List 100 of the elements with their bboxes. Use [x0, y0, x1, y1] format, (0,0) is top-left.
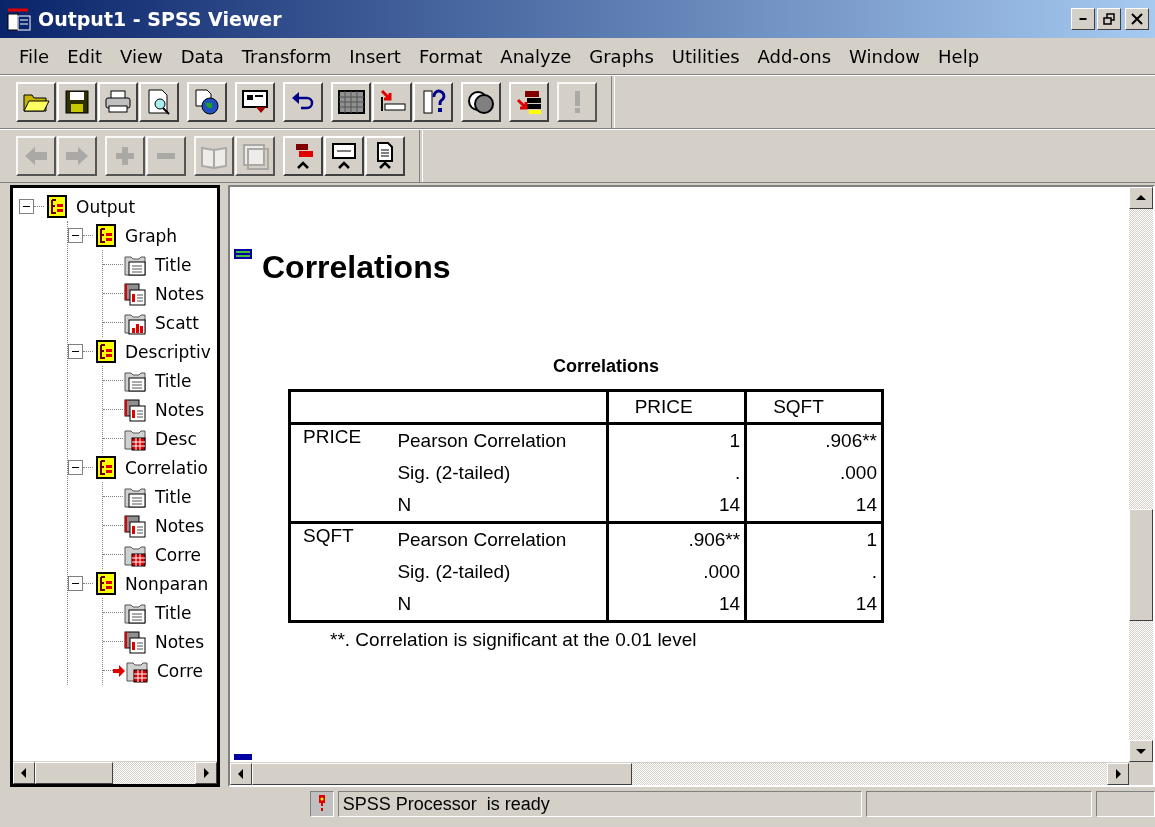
table-cell: . [607, 457, 746, 489]
table-cell: 14 [745, 489, 883, 523]
menu-item[interactable]: Graphs [580, 45, 663, 67]
scroll-up-button[interactable] [1129, 187, 1153, 209]
outline-item[interactable]: Desc [155, 428, 197, 449]
floppy-icon [62, 87, 92, 117]
collapse-toggle[interactable] [68, 344, 83, 359]
table-cell: 1 [607, 423, 746, 457]
column-header: SQFT [745, 390, 883, 424]
left-triangle-icon [237, 769, 245, 779]
menu-item[interactable]: Window [840, 45, 930, 67]
outline-item[interactable]: Output [76, 196, 136, 217]
outline-item[interactable]: Descriptiv [125, 341, 211, 362]
toolbar-button[interactable] [283, 136, 323, 176]
outline-item[interactable]: Title [155, 486, 192, 507]
exclamation-icon [574, 91, 580, 113]
scroll-left-button[interactable] [13, 762, 35, 784]
toolbar-button[interactable] [324, 136, 364, 176]
outline-item[interactable]: Nonparan [125, 573, 209, 594]
scroll-right-button[interactable] [195, 762, 217, 784]
row-header: SQFT [303, 525, 354, 546]
grid-icon [336, 87, 366, 117]
outline-item[interactable]: Scatt [155, 312, 199, 333]
minimize-icon [1079, 18, 1087, 20]
toolbar-button[interactable] [509, 82, 549, 122]
menu-item[interactable]: Insert [340, 45, 410, 67]
table-cell: .000 [607, 556, 746, 588]
table-cell: 1 [745, 522, 883, 556]
toolbar-button[interactable] [365, 136, 405, 176]
scrollbar-thumb[interactable] [35, 762, 113, 784]
section-book-icon [44, 194, 68, 219]
minimize-button[interactable] [1071, 8, 1095, 30]
column-header: PRICE [607, 390, 746, 424]
outline-item[interactable]: Title [155, 602, 192, 623]
app-icon [6, 6, 32, 32]
menu-item[interactable]: Utilities [662, 45, 749, 67]
minus-icon [157, 153, 175, 159]
toolbar-button[interactable] [187, 82, 227, 122]
heading-marker-icon [234, 249, 252, 259]
outline-item[interactable]: Corre [157, 660, 204, 681]
table-title: Correlations [552, 356, 660, 377]
notes-page-icon [123, 281, 147, 306]
output-heading: Correlations [262, 249, 451, 286]
menu-item[interactable]: Add-ons [748, 45, 841, 67]
toolbar-button[interactable] [98, 82, 138, 122]
table-cell: N [393, 489, 608, 523]
scroll-right-button[interactable] [1107, 763, 1129, 785]
menu-item[interactable]: Edit [58, 45, 111, 67]
menu-item[interactable]: Format [409, 45, 492, 67]
table-cell: 14 [607, 588, 746, 622]
down-triangle-icon [1136, 747, 1146, 755]
restore-icon [1103, 13, 1115, 25]
table-cell: Pearson Correlation [393, 522, 608, 556]
status-panel [1095, 791, 1155, 817]
outline-item[interactable]: Corre [155, 544, 202, 565]
outline-item[interactable]: Notes [155, 515, 205, 536]
menu-item[interactable]: File [10, 45, 59, 67]
globe-page-icon [192, 87, 222, 117]
table-cell: 14 [607, 489, 746, 523]
table-cell: .906** [607, 522, 746, 556]
table-cell: Sig. (2-tailed) [393, 457, 608, 489]
toolbar-button[interactable] [413, 82, 453, 122]
restore-button[interactable] [1097, 8, 1121, 30]
scroll-down-button[interactable] [1129, 740, 1153, 762]
outline-item[interactable]: Notes [155, 631, 205, 652]
menu-item[interactable]: Transform [232, 45, 341, 67]
toolbar-button[interactable] [57, 82, 97, 122]
menu-item[interactable]: View [111, 45, 172, 67]
toolbar-button[interactable] [461, 82, 501, 122]
toolbar-button[interactable] [331, 82, 371, 122]
table-cell: N [393, 588, 608, 622]
outline-item[interactable]: Notes [155, 283, 205, 304]
outline-item[interactable]: Title [155, 370, 192, 391]
section-book-icon [93, 339, 117, 364]
scroll-left-button[interactable] [230, 763, 252, 785]
toolbar-button[interactable] [372, 82, 412, 122]
outline-item[interactable]: Graph [125, 225, 178, 246]
table-cell: .000 [745, 457, 883, 489]
page-icon [240, 141, 270, 171]
menu-item[interactable]: Help [929, 45, 989, 67]
outline-item[interactable]: Title [155, 254, 192, 275]
collapse-toggle[interactable] [68, 576, 83, 591]
section-book-icon [93, 223, 117, 248]
close-button[interactable] [1125, 8, 1149, 30]
scrollbar-thumb[interactable] [1129, 509, 1153, 621]
toolbar-button[interactable] [16, 82, 56, 122]
menu-item[interactable]: Analyze [491, 45, 581, 67]
menu-item[interactable]: Data [171, 45, 233, 67]
right-triangle-icon [1114, 769, 1122, 779]
toolbar-button[interactable] [283, 82, 323, 122]
outline-item[interactable]: Correlatio [125, 457, 208, 478]
outline-item[interactable]: Notes [155, 399, 205, 420]
toolbar-button[interactable] [139, 82, 179, 122]
collapse-toggle[interactable] [19, 199, 34, 214]
section-book-icon [93, 455, 117, 480]
table-cell: . [745, 556, 883, 588]
toolbar-button[interactable] [235, 82, 275, 122]
collapse-toggle[interactable] [68, 460, 83, 475]
collapse-toggle[interactable] [68, 228, 83, 243]
scrollbar-thumb[interactable] [252, 763, 632, 785]
